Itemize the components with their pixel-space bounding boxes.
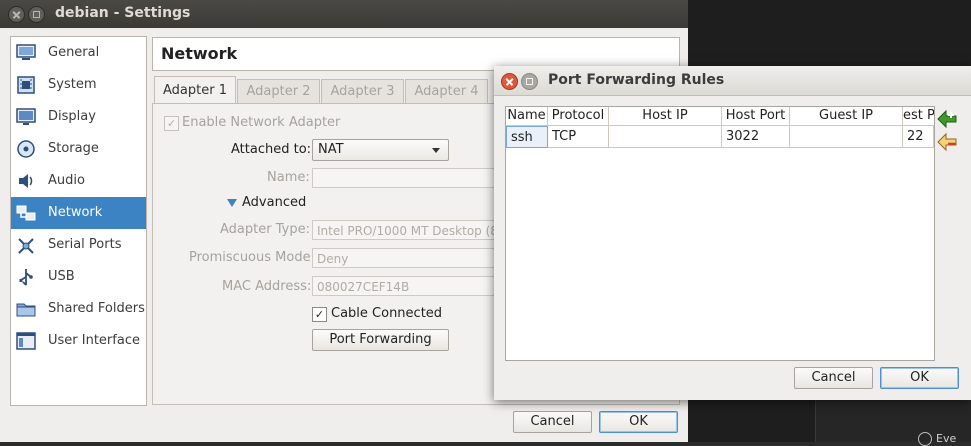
- sidebar-item-label: Network: [48, 205, 103, 220]
- cell-guest-ip[interactable]: [790, 126, 903, 148]
- sidebar-item-storage[interactable]: Storage: [11, 133, 146, 165]
- sidebar-item-audio[interactable]: Audio: [11, 165, 146, 197]
- radio-icon: [918, 432, 932, 446]
- advanced-toggle[interactable]: Advanced: [242, 195, 306, 210]
- settings-titlebar[interactable]: debian - Settings: [0, 0, 688, 28]
- sidebar-item-label: System: [48, 77, 97, 92]
- rules-table[interactable]: Name Protocol Host IP Host Port Guest IP…: [505, 106, 935, 361]
- settings-cancel-button[interactable]: Cancel: [513, 411, 592, 433]
- minimize-icon[interactable]: [28, 6, 45, 23]
- settings-sidebar: General System Display Storage Audio Net…: [10, 36, 147, 406]
- mac-address-label: MAC Address:: [222, 279, 312, 294]
- sidebar-item-general[interactable]: General: [11, 37, 146, 69]
- minimize-icon[interactable]: [521, 73, 538, 90]
- dialog-title: Port Forwarding Rules: [548, 72, 725, 88]
- port-forwarding-titlebar[interactable]: Port Forwarding Rules: [494, 66, 971, 96]
- tab-adapter-3[interactable]: Adapter 3: [321, 79, 404, 104]
- tab-label: Adapter 4: [414, 84, 479, 99]
- speaker-icon: [19, 174, 33, 188]
- tab-label: Adapter 2: [246, 84, 311, 99]
- usb-icon: [19, 269, 33, 286]
- sidebar-item-label: Audio: [48, 173, 85, 188]
- display-icon: [16, 108, 36, 125]
- chevron-down-icon: [432, 148, 440, 153]
- settings-ok-button[interactable]: OK: [599, 411, 678, 433]
- name-label: Name:: [267, 170, 310, 185]
- dialog-cancel-button[interactable]: Cancel: [794, 367, 873, 389]
- name-select[interactable]: [312, 168, 498, 188]
- add-rule-icon[interactable]: [936, 109, 958, 129]
- attached-to-select[interactable]: NAT: [312, 139, 449, 161]
- attached-to-label: Attached to:: [231, 142, 312, 157]
- sidebar-item-shared-folders[interactable]: Shared Folders: [11, 293, 146, 325]
- promiscuous-mode-select[interactable]: Deny: [312, 248, 498, 268]
- sidebar-item-label: Shared Folders: [48, 301, 145, 316]
- enable-adapter-checkbox[interactable]: ✓: [164, 116, 179, 131]
- window-title: debian - Settings: [55, 5, 191, 21]
- desktop-chip: Eve: [918, 432, 956, 446]
- close-icon[interactable]: [8, 6, 25, 23]
- shared-folder-icon: [16, 303, 36, 317]
- column-header-host-ip[interactable]: Host IP: [609, 107, 722, 126]
- column-header-guest-ip[interactable]: Guest IP: [790, 107, 903, 126]
- cell-protocol[interactable]: TCP: [548, 126, 609, 148]
- user-interface-icon: [16, 332, 36, 350]
- adapter-type-label: Adapter Type:: [220, 222, 310, 237]
- sidebar-item-network[interactable]: Network: [11, 197, 146, 229]
- column-header-host-port[interactable]: Host Port: [722, 107, 790, 126]
- sidebar-item-label: Storage: [48, 141, 99, 156]
- promiscuous-mode-label: Promiscuous Mode:: [189, 250, 315, 265]
- chip-icon: [17, 76, 35, 94]
- page-title: Network: [161, 44, 238, 63]
- port-forwarding-button[interactable]: Port Forwarding: [312, 329, 449, 351]
- network-icon: [16, 205, 36, 221]
- sidebar-item-serial-ports[interactable]: Serial Ports: [11, 229, 146, 261]
- remove-rule-icon[interactable]: [936, 132, 958, 152]
- sidebar-item-label: Display: [48, 109, 96, 124]
- disk-icon: [17, 140, 35, 158]
- enable-adapter-label: Enable Network Adapter: [182, 115, 341, 130]
- tab-label: Adapter 1: [163, 83, 227, 98]
- sidebar-item-usb[interactable]: USB: [11, 261, 146, 293]
- monitor-icon: [16, 44, 36, 60]
- attached-to-value: NAT: [318, 142, 344, 157]
- adapter-type-select[interactable]: Intel PRO/1000 MT Desktop (8: [312, 220, 498, 240]
- sidebar-item-user-interface[interactable]: User Interface: [11, 325, 146, 357]
- column-header-name[interactable]: Name: [506, 107, 548, 126]
- sidebar-item-system[interactable]: System: [11, 69, 146, 101]
- cell-host-ip[interactable]: [609, 126, 722, 148]
- sidebar-item-label: General: [48, 45, 100, 60]
- desktop-chip-label: Eve: [936, 432, 957, 445]
- expander-triangle-icon[interactable]: [226, 197, 238, 209]
- cell-guest-port[interactable]: 22: [903, 126, 934, 148]
- sidebar-item-display[interactable]: Display: [11, 101, 146, 133]
- tab-label: Adapter 3: [330, 84, 395, 99]
- cable-connected-checkbox[interactable]: ✓: [312, 307, 327, 322]
- tab-adapter-4[interactable]: Adapter 4: [405, 79, 488, 104]
- column-header-guest-port[interactable]: est P: [903, 107, 934, 126]
- sidebar-item-label: USB: [48, 269, 75, 284]
- port-forwarding-dialog: Port Forwarding Rules Name Protocol Host…: [494, 66, 971, 400]
- tab-adapter-2[interactable]: Adapter 2: [237, 79, 320, 104]
- column-header-protocol[interactable]: Protocol: [548, 107, 609, 126]
- sidebar-item-label: Serial Ports: [48, 237, 122, 252]
- mac-address-field[interactable]: 080027CEF14B: [312, 276, 498, 296]
- tab-adapter-1[interactable]: Adapter 1: [154, 76, 236, 105]
- cell-host-port[interactable]: 3022: [722, 126, 790, 148]
- dialog-ok-button[interactable]: OK: [880, 367, 959, 389]
- sidebar-item-label: User Interface: [48, 333, 140, 348]
- close-icon[interactable]: [501, 73, 518, 90]
- serial-ports-icon: [18, 238, 34, 254]
- cable-connected-label: Cable Connected: [331, 306, 443, 321]
- cell-name[interactable]: ssh: [506, 126, 548, 148]
